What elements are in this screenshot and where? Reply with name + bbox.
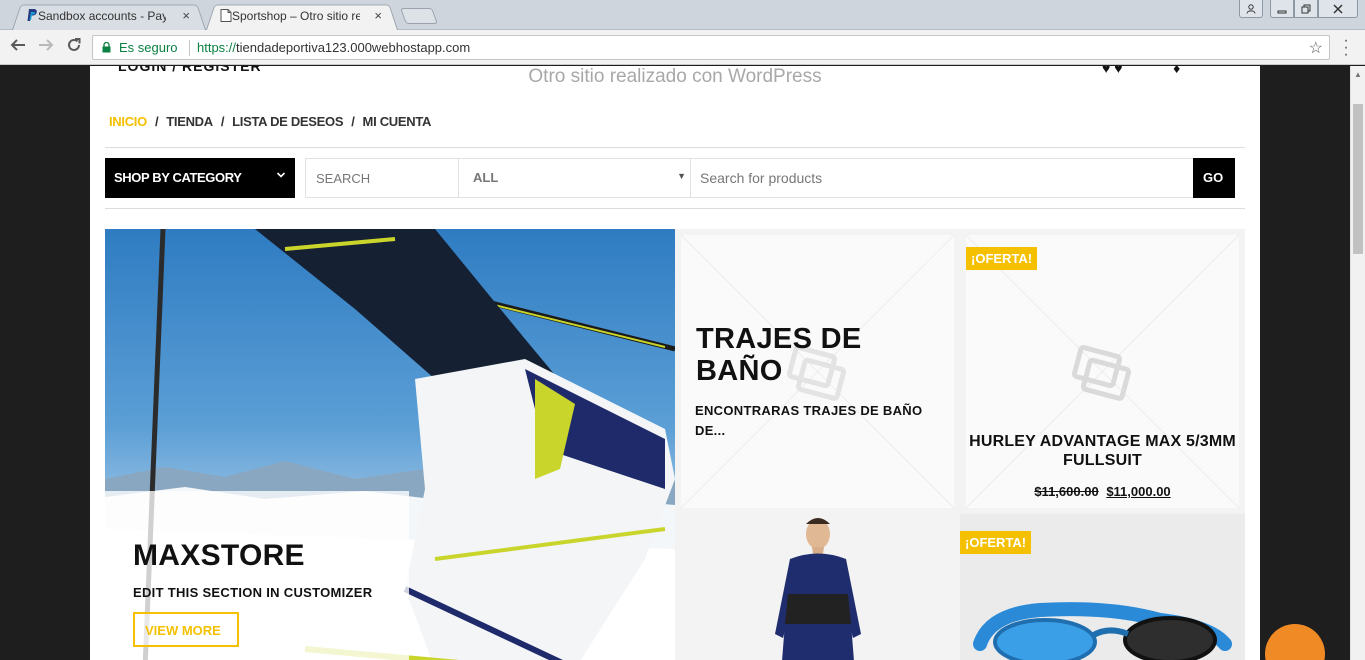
menu-icon[interactable]: · · · bbox=[1343, 33, 1349, 63]
minimize-icon[interactable] bbox=[1270, 0, 1294, 18]
old-price: $11,600.00 bbox=[1034, 484, 1099, 499]
browser-toolbar: Es seguro https://tiendadeportiva123.000… bbox=[0, 30, 1365, 65]
sale-badge: ¡OFERTA! bbox=[960, 531, 1032, 554]
chat-widget-button[interactable] bbox=[1265, 624, 1325, 660]
search-label: SEARCH bbox=[306, 159, 459, 197]
page-container: LOGIN / REGISTER ♥ ♥ ♦ Otro sitio realiz… bbox=[90, 66, 1260, 660]
view-more-button[interactable]: VIEW MORE bbox=[133, 612, 239, 647]
secure-label[interactable]: Es seguro bbox=[119, 40, 178, 55]
user-icon[interactable] bbox=[1239, 0, 1263, 18]
breadcrumb-separator: / bbox=[154, 114, 159, 129]
product-tile-hurley[interactable]: ¡OFERTA! HURLEY ADVANTAGE MAX 5/3MM FULL… bbox=[960, 229, 1245, 514]
breadcrumb-separator: / bbox=[220, 114, 225, 129]
product-tile-goggles[interactable]: ¡OFERTA! bbox=[960, 514, 1245, 660]
nav-lista-de-deseos[interactable]: LISTA DE DESEOS bbox=[232, 114, 343, 129]
go-button[interactable]: GO bbox=[1193, 158, 1235, 198]
back-arrow-icon[interactable] bbox=[10, 37, 26, 58]
product-price: $11,600.00 $11,000.00 bbox=[966, 484, 1239, 499]
category-select-value: ALL bbox=[473, 170, 499, 185]
nav-inicio[interactable]: INICIO bbox=[109, 114, 147, 129]
hero-banner[interactable]: MAXSTORE EDIT THIS SECTION IN CUSTOMIZER… bbox=[105, 229, 675, 660]
tab-strip: Sandbox accounts - PayPal × Sportshop – … bbox=[0, 0, 1365, 30]
page-icon bbox=[220, 9, 232, 22]
category-tile-trajes-de-bano[interactable]: TRAJES DE BAÑO ENCONTRARAS TRAJES DE BAÑ… bbox=[675, 229, 960, 514]
site-tagline: Otro sitio realizado con WordPress bbox=[528, 66, 822, 87]
close-icon[interactable]: × bbox=[182, 8, 190, 23]
scroll-up-icon[interactable]: ▲ bbox=[1354, 70, 1362, 79]
divider bbox=[105, 208, 1245, 209]
search-input[interactable] bbox=[700, 170, 1180, 186]
new-tab-button[interactable] bbox=[400, 8, 438, 24]
sale-badge: ¡OFERTA! bbox=[966, 247, 1038, 270]
category-button-label: SHOP BY CATEGORY bbox=[114, 170, 242, 185]
tile-background: TRAJES DE BAÑO ENCONTRARAS TRAJES DE BAÑ… bbox=[681, 235, 954, 508]
url-text[interactable]: https://tiendadeportiva123.000webhostapp… bbox=[197, 40, 470, 55]
url-host: tiendadeportiva123.000webhostapp.com bbox=[236, 40, 471, 55]
restore-icon[interactable] bbox=[1294, 0, 1318, 18]
product-search-form: SEARCH ALL ▼ GO bbox=[305, 158, 1235, 198]
category-select[interactable]: ALL ▼ bbox=[459, 159, 691, 197]
tab-sportshop[interactable]: Sportshop – Otro sitio re × bbox=[206, 2, 398, 30]
nav-mi-cuenta[interactable]: MI CUENTA bbox=[363, 114, 432, 129]
scrollbar-thumb[interactable] bbox=[1353, 104, 1363, 254]
reload-icon[interactable] bbox=[66, 37, 82, 58]
tab-title: Sportshop – Otro sitio re bbox=[232, 9, 360, 23]
url-scheme: https:// bbox=[197, 40, 237, 55]
lock-icon bbox=[102, 42, 111, 53]
product-tile-wetsuit[interactable] bbox=[675, 514, 960, 660]
shop-by-category-button[interactable]: SHOP BY CATEGORY bbox=[105, 158, 295, 198]
close-icon[interactable]: × bbox=[374, 8, 382, 23]
forward-arrow-icon[interactable] bbox=[38, 37, 54, 58]
hero-subtitle: EDIT THIS SECTION IN CUSTOMIZER bbox=[133, 585, 373, 600]
nav-tienda[interactable]: TIENDA bbox=[166, 114, 213, 129]
chevron-down-icon bbox=[276, 169, 286, 183]
bookmark-star-icon[interactable]: ☆ bbox=[1309, 38, 1323, 58]
breadcrumb-separator: / bbox=[351, 114, 355, 129]
divider bbox=[105, 147, 1245, 148]
product-name[interactable]: HURLEY ADVANTAGE MAX 5/3MM FULLSUIT bbox=[966, 432, 1239, 470]
address-bar[interactable]: Es seguro https://tiendadeportiva123.000… bbox=[92, 35, 1330, 60]
window-close-icon[interactable] bbox=[1318, 0, 1358, 18]
hero-title: MAXSTORE bbox=[133, 539, 305, 572]
breadcrumb: INICIO / TIENDA / LISTA DE DESEOS / MI C… bbox=[109, 114, 431, 129]
tab-paypal[interactable]: Sandbox accounts - PayPal × bbox=[12, 2, 206, 30]
sale-price: $11,000.00 bbox=[1106, 484, 1171, 499]
dropdown-caret-icon: ▼ bbox=[677, 171, 686, 181]
divider bbox=[189, 40, 190, 56]
paypal-icon bbox=[27, 9, 37, 21]
wetsuit-product-image bbox=[775, 518, 861, 660]
page-scrollbar[interactable]: ▲ bbox=[1350, 66, 1365, 660]
tile-background: ¡OFERTA! HURLEY ADVANTAGE MAX 5/3MM FULL… bbox=[966, 235, 1239, 508]
category-title: TRAJES DE BAÑO bbox=[696, 323, 862, 387]
page-viewport: LOGIN / REGISTER ♥ ♥ ♦ Otro sitio realiz… bbox=[0, 66, 1350, 660]
tab-title: Sandbox accounts - PayPal bbox=[38, 9, 166, 23]
category-description: ENCONTRARAS TRAJES DE BAÑO DE... bbox=[695, 403, 923, 438]
